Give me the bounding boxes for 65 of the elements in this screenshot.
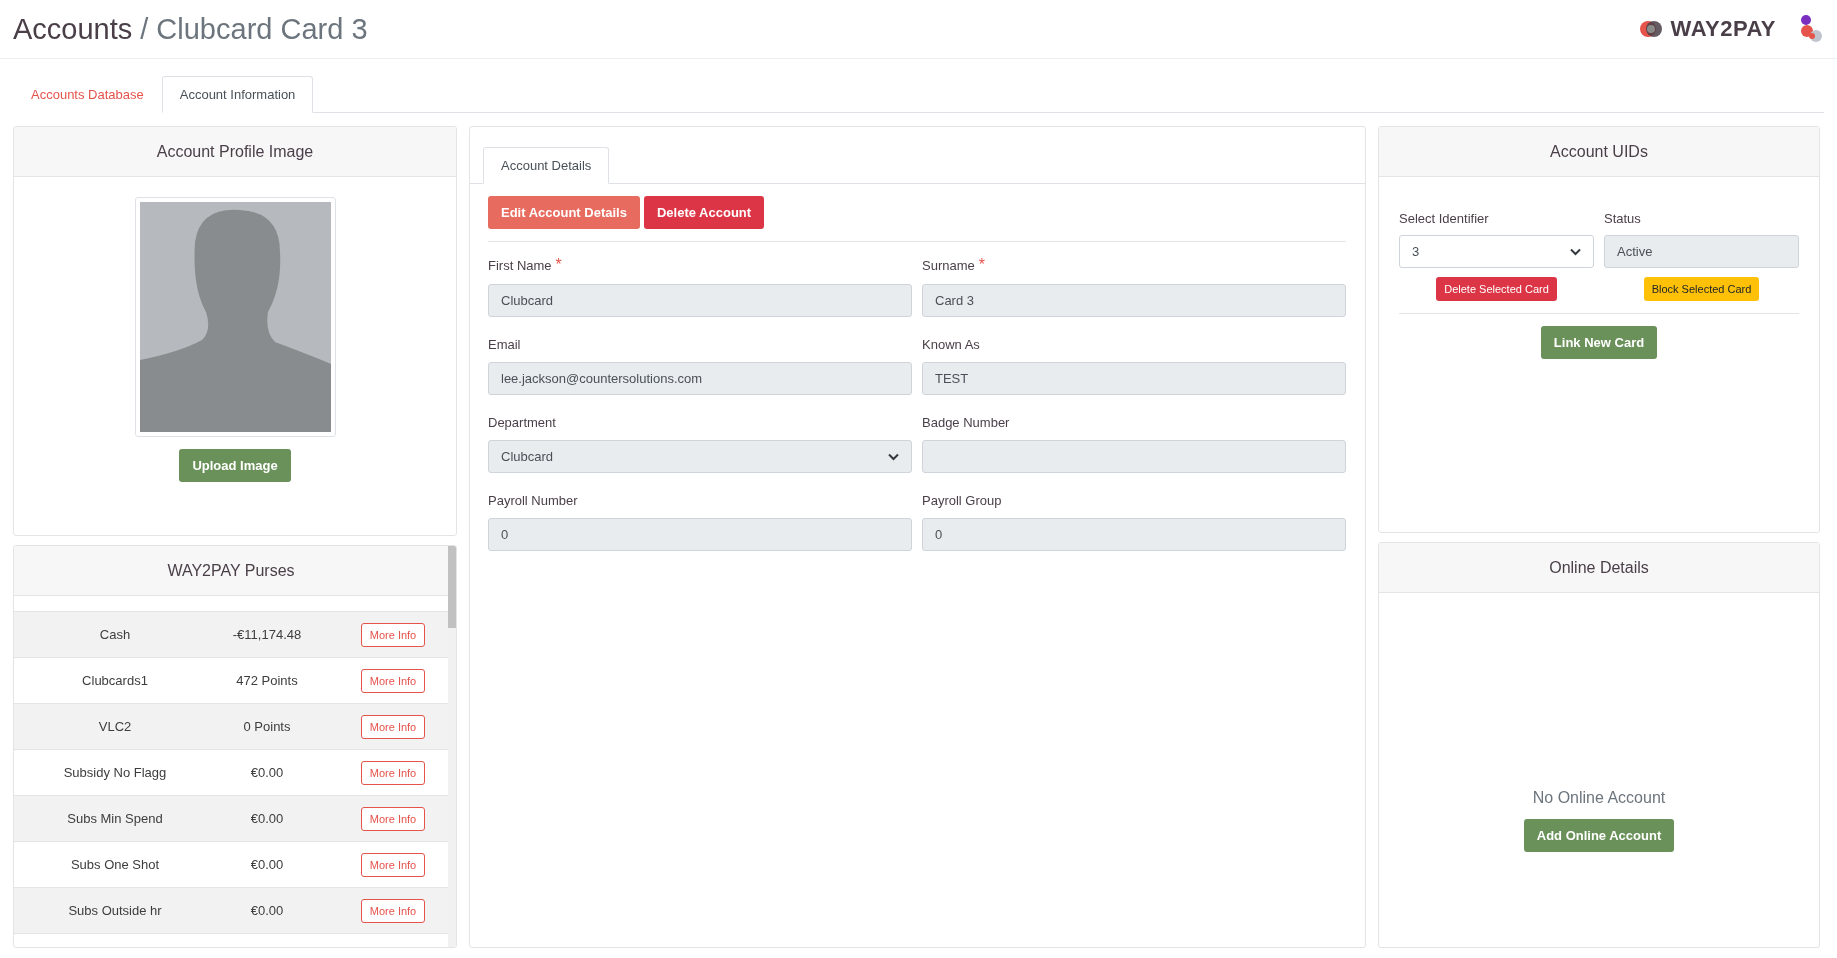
purse-name: Subs One Shot — [69, 857, 161, 872]
select-field[interactable]: 3 — [1399, 235, 1594, 268]
field-label: Department — [488, 415, 556, 430]
more-info-button[interactable]: More Info — [360, 760, 426, 785]
field-label: Surname — [922, 258, 975, 273]
required-mark: * — [555, 256, 562, 274]
scrollbar[interactable] — [448, 546, 456, 947]
field-label: Select Identifier — [1399, 211, 1490, 226]
field-label: Payroll Number — [488, 493, 578, 508]
card-title: WAY2PAY Purses — [167, 561, 295, 580]
field-label: First Name — [488, 258, 552, 273]
field-label: Payroll Group — [922, 493, 1002, 508]
input-field[interactable]: Card 3 — [922, 284, 1346, 317]
purse-name: Clubcards1 — [81, 673, 149, 688]
field-label: Email — [488, 337, 521, 352]
logo-text: WAY2PAY — [1670, 16, 1776, 42]
purse-name: VLC2 — [97, 719, 133, 734]
purse-name: Subsidy No Flagg — [62, 765, 168, 780]
purse-balance: €0.00 — [249, 903, 285, 918]
more-info-button[interactable]: More Info — [360, 852, 426, 877]
upload-image-button[interactable]: Upload Image — [179, 449, 291, 482]
purse-balance: 472 Points — [235, 673, 299, 688]
select-field[interactable]: Clubcard — [488, 440, 912, 473]
input-field[interactable]: Active — [1604, 235, 1799, 268]
more-info-button[interactable]: More Info — [360, 714, 426, 739]
input-field[interactable]: Clubcard — [488, 284, 912, 317]
chevron-down-icon — [1570, 247, 1581, 256]
bubbles-icon[interactable] — [1798, 14, 1824, 44]
input-field[interactable]: TEST — [922, 362, 1346, 395]
more-info-button[interactable]: More Info — [360, 622, 426, 647]
tab[interactable]: Account Details — [483, 147, 610, 184]
card-title: Online Details — [1549, 558, 1649, 577]
input-field[interactable] — [922, 440, 1346, 473]
delete-card-button[interactable]: Delete Selected Card — [1436, 277, 1557, 301]
empty-message: No Online Account — [1532, 788, 1666, 807]
more-info-button[interactable]: More Info — [360, 806, 426, 831]
input-field[interactable]: 0 — [922, 518, 1346, 551]
purse-name: Subs Min Spend — [66, 811, 164, 826]
card-title: Account Profile Image — [156, 142, 314, 161]
purse-balance: 0 Points — [242, 719, 292, 734]
field-label: Badge Number — [922, 415, 1010, 430]
purse-balance: -€11,174.48 — [231, 627, 303, 642]
purse-balance: €0.00 — [249, 811, 285, 826]
delete-button[interactable]: Delete Account — [643, 196, 765, 229]
edit-button[interactable]: Edit Account Details — [488, 196, 640, 229]
purse-name: Subs Outside hr — [67, 903, 163, 918]
add-account-button[interactable]: Add Online Account — [1523, 818, 1675, 852]
more-info-button[interactable]: More Info — [360, 898, 426, 923]
purse-balance: €0.00 — [249, 857, 285, 872]
page-title: Accounts — [13, 12, 133, 46]
field-label: Status — [1604, 211, 1642, 226]
separator: / — [140, 12, 149, 46]
block-card-button[interactable]: Block Selected Card — [1643, 277, 1760, 301]
required-mark: * — [978, 256, 985, 274]
purse-balance: €0.00 — [249, 765, 285, 780]
more-info-button[interactable]: More Info — [360, 668, 426, 693]
link-card-button[interactable]: Link New Card — [1540, 326, 1658, 359]
chevron-down-icon — [888, 452, 899, 461]
field-label: Known As — [922, 337, 980, 352]
input-field[interactable]: lee.jackson@countersolutions.com — [488, 362, 912, 395]
input-field[interactable]: 0 — [488, 518, 912, 551]
purse-name: Cash — [98, 627, 132, 642]
card-title: Account UIDs — [1550, 142, 1648, 161]
page-subtitle: Clubcard Card 3 — [156, 12, 368, 46]
tab[interactable]: Account Information — [161, 76, 314, 113]
